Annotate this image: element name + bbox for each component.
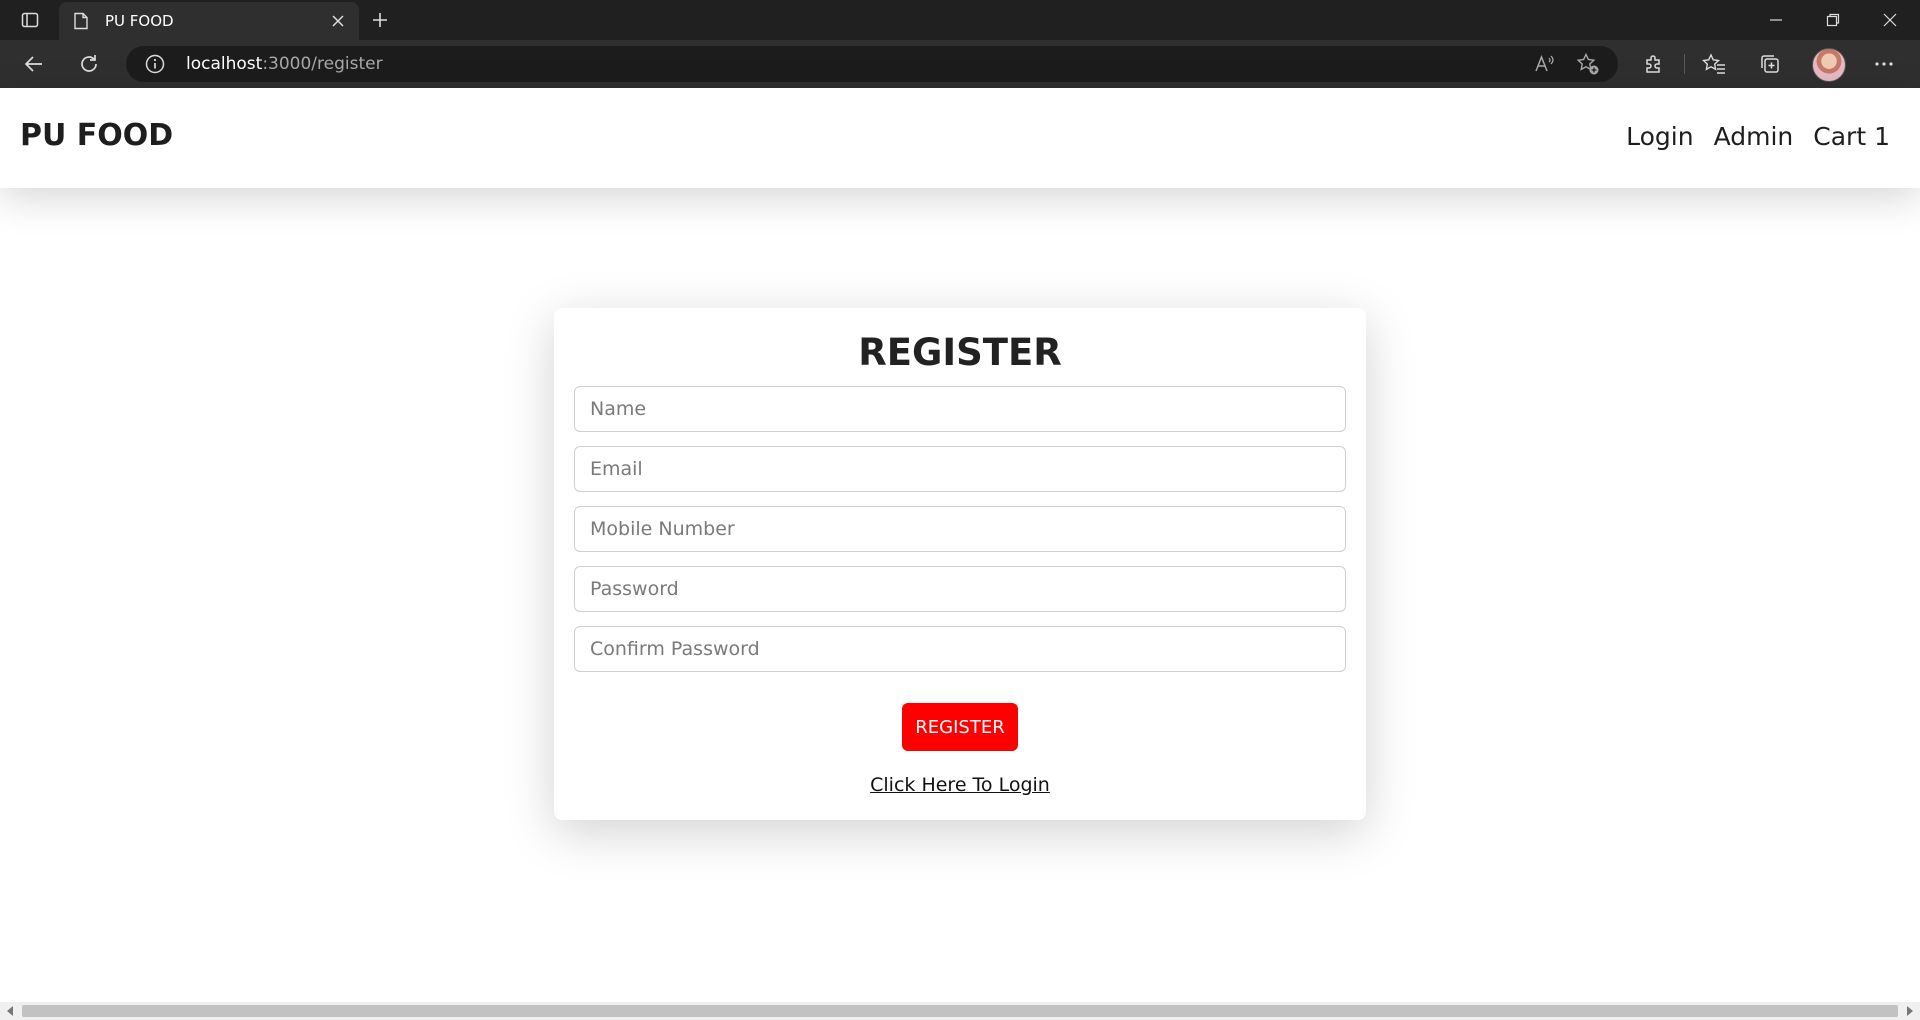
tab-actions-icon[interactable] (12, 6, 48, 34)
collections-icon[interactable] (1752, 48, 1788, 80)
login-link[interactable]: Click Here To Login (554, 773, 1366, 797)
new-tab-button[interactable] (366, 6, 394, 34)
email-input[interactable] (574, 446, 1346, 492)
nav-link-admin[interactable]: Admin (1714, 121, 1794, 153)
site-navbar: PU FOOD Login Admin Cart 1 (0, 88, 1920, 188)
read-aloud-icon[interactable] (1532, 52, 1556, 76)
tab-title: PU FOOD (105, 12, 174, 30)
info-icon[interactable] (144, 53, 166, 75)
password-input[interactable] (574, 566, 1346, 612)
puzzle-icon[interactable] (1636, 48, 1672, 80)
close-window-icon[interactable] (1862, 0, 1918, 40)
toolbar-divider (1684, 54, 1685, 74)
nav-link-login[interactable]: Login (1626, 121, 1693, 153)
url-path: :3000/register (262, 54, 383, 74)
register-button[interactable]: REGISTER (902, 703, 1018, 751)
nav-link-cart[interactable]: Cart 1 (1813, 121, 1890, 153)
mobile-number-input[interactable] (574, 506, 1346, 552)
name-input[interactable] (574, 386, 1346, 432)
horizontal-scrollbar[interactable] (0, 1002, 1920, 1020)
address-bar[interactable]: localhost:3000/register (126, 46, 1618, 82)
url-text: localhost:3000/register (186, 55, 383, 74)
add-favorite-icon[interactable] (1576, 52, 1600, 76)
page-icon (73, 12, 89, 34)
confirm-password-input[interactable] (574, 626, 1346, 672)
browser-toolbar: localhost:3000/register (0, 40, 1920, 88)
scrollbar-thumb[interactable] (22, 1005, 1898, 1017)
scroll-left-icon[interactable] (4, 1005, 16, 1017)
profile-avatar[interactable] (1812, 48, 1846, 82)
browser-titlebar: PU FOOD (0, 0, 1920, 40)
register-card: REGISTER REGISTER Click Here To Login (554, 308, 1366, 820)
scroll-right-icon[interactable] (1904, 1005, 1916, 1017)
back-arrow-icon[interactable] (16, 48, 52, 80)
minimize-icon[interactable] (1748, 0, 1804, 40)
restore-icon[interactable] (1805, 0, 1861, 40)
nav-links: Login Admin Cart 1 (1626, 121, 1890, 153)
refresh-icon[interactable] (71, 48, 107, 80)
favorites-icon[interactable] (1696, 48, 1732, 80)
url-host: localhost (186, 54, 263, 74)
brand-logo[interactable]: PU FOOD (20, 118, 173, 154)
more-icon[interactable] (1866, 48, 1902, 80)
register-title: REGISTER (858, 331, 1062, 374)
browser-tab[interactable]: PU FOOD (59, 2, 359, 40)
tab-close-icon[interactable] (325, 8, 351, 34)
